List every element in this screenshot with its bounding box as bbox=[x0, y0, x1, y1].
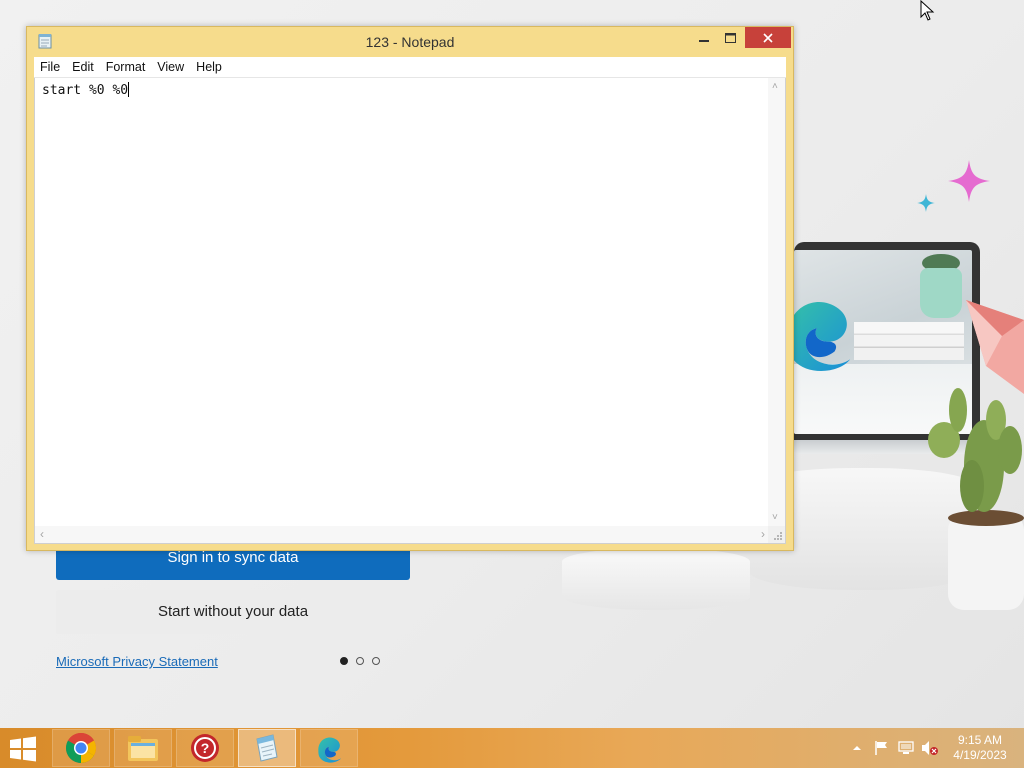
sparkle-decoration bbox=[917, 194, 935, 212]
privacy-statement-link[interactable]: Microsoft Privacy Statement bbox=[56, 654, 218, 669]
text-caret bbox=[128, 82, 130, 97]
windows-start-icon[interactable] bbox=[8, 736, 38, 762]
menu-help[interactable]: Help bbox=[190, 60, 228, 74]
taskbar-edge[interactable] bbox=[300, 729, 358, 767]
window-title: 123 - Notepad bbox=[365, 34, 455, 50]
sparkle-decoration bbox=[948, 160, 990, 202]
close-button[interactable] bbox=[745, 27, 791, 48]
carousel-dots bbox=[340, 657, 380, 665]
minimize-button[interactable] bbox=[691, 27, 717, 48]
system-clock[interactable]: 9:15 AM 4/19/2023 bbox=[945, 733, 1015, 763]
carousel-dot[interactable] bbox=[372, 657, 380, 665]
editor-content[interactable]: start %0 %0 bbox=[42, 83, 128, 98]
edge-logo-icon bbox=[794, 302, 851, 371]
resize-grip-icon bbox=[774, 532, 782, 540]
horizontal-scrollbar[interactable]: ‹ › bbox=[35, 526, 770, 543]
taskbar-notepad[interactable] bbox=[238, 729, 296, 767]
taskbar-help[interactable]: ? bbox=[176, 729, 234, 767]
paper-plane-decoration bbox=[966, 300, 1024, 394]
clock-time: 9:15 AM bbox=[957, 733, 1003, 747]
scroll-left-icon[interactable]: ‹ bbox=[40, 528, 44, 540]
help-icon: ? bbox=[191, 734, 219, 762]
svg-text:?: ? bbox=[201, 740, 210, 756]
notepad-icon bbox=[256, 734, 278, 762]
cactus-decoration bbox=[928, 388, 1024, 610]
flag-icon[interactable] bbox=[874, 740, 890, 756]
carousel-dot[interactable] bbox=[356, 657, 364, 665]
vertical-scrollbar[interactable]: ˄ ˅ bbox=[768, 78, 785, 527]
start-without-data-button[interactable]: Start without your data bbox=[56, 590, 410, 634]
folder-icon bbox=[128, 736, 158, 761]
taskbar-chrome[interactable] bbox=[52, 729, 110, 767]
menu-view[interactable]: View bbox=[151, 60, 190, 74]
taskbar: ? 9:15 AM 4/19/2023 bbox=[0, 728, 1024, 768]
volume-muted-icon[interactable] bbox=[921, 740, 939, 756]
menu-edit[interactable]: Edit bbox=[66, 60, 100, 74]
minimize-icon bbox=[699, 39, 709, 42]
chevron-up-icon[interactable] bbox=[852, 744, 862, 752]
notepad-window: 123 - Notepad File Edit Format View Help… bbox=[26, 26, 794, 551]
clock-date: 4/19/2023 bbox=[953, 748, 1007, 762]
chrome-icon bbox=[65, 732, 97, 764]
close-icon bbox=[763, 32, 773, 43]
scroll-right-icon[interactable]: › bbox=[761, 528, 765, 540]
text-editor[interactable]: start %0 %0 ˄ ˅ ‹ › bbox=[34, 78, 786, 544]
scroll-down-icon[interactable]: ˅ bbox=[772, 513, 778, 523]
menu-file[interactable]: File bbox=[34, 60, 66, 74]
network-icon[interactable] bbox=[898, 740, 914, 756]
maximize-icon bbox=[724, 32, 736, 43]
notepad-titlebar[interactable]: 123 - Notepad bbox=[27, 27, 793, 57]
maximize-button[interactable] bbox=[717, 27, 743, 48]
taskbar-file-explorer[interactable] bbox=[114, 729, 172, 767]
menu-format[interactable]: Format bbox=[100, 60, 152, 74]
mouse-cursor-icon bbox=[920, 0, 935, 21]
edge-icon bbox=[318, 737, 342, 763]
carousel-dot[interactable] bbox=[340, 657, 348, 665]
resize-grip[interactable] bbox=[768, 526, 785, 543]
scroll-up-icon[interactable]: ˄ bbox=[772, 82, 778, 92]
pedestal-decoration bbox=[562, 548, 750, 610]
menu-bar: File Edit Format View Help bbox=[34, 57, 786, 78]
